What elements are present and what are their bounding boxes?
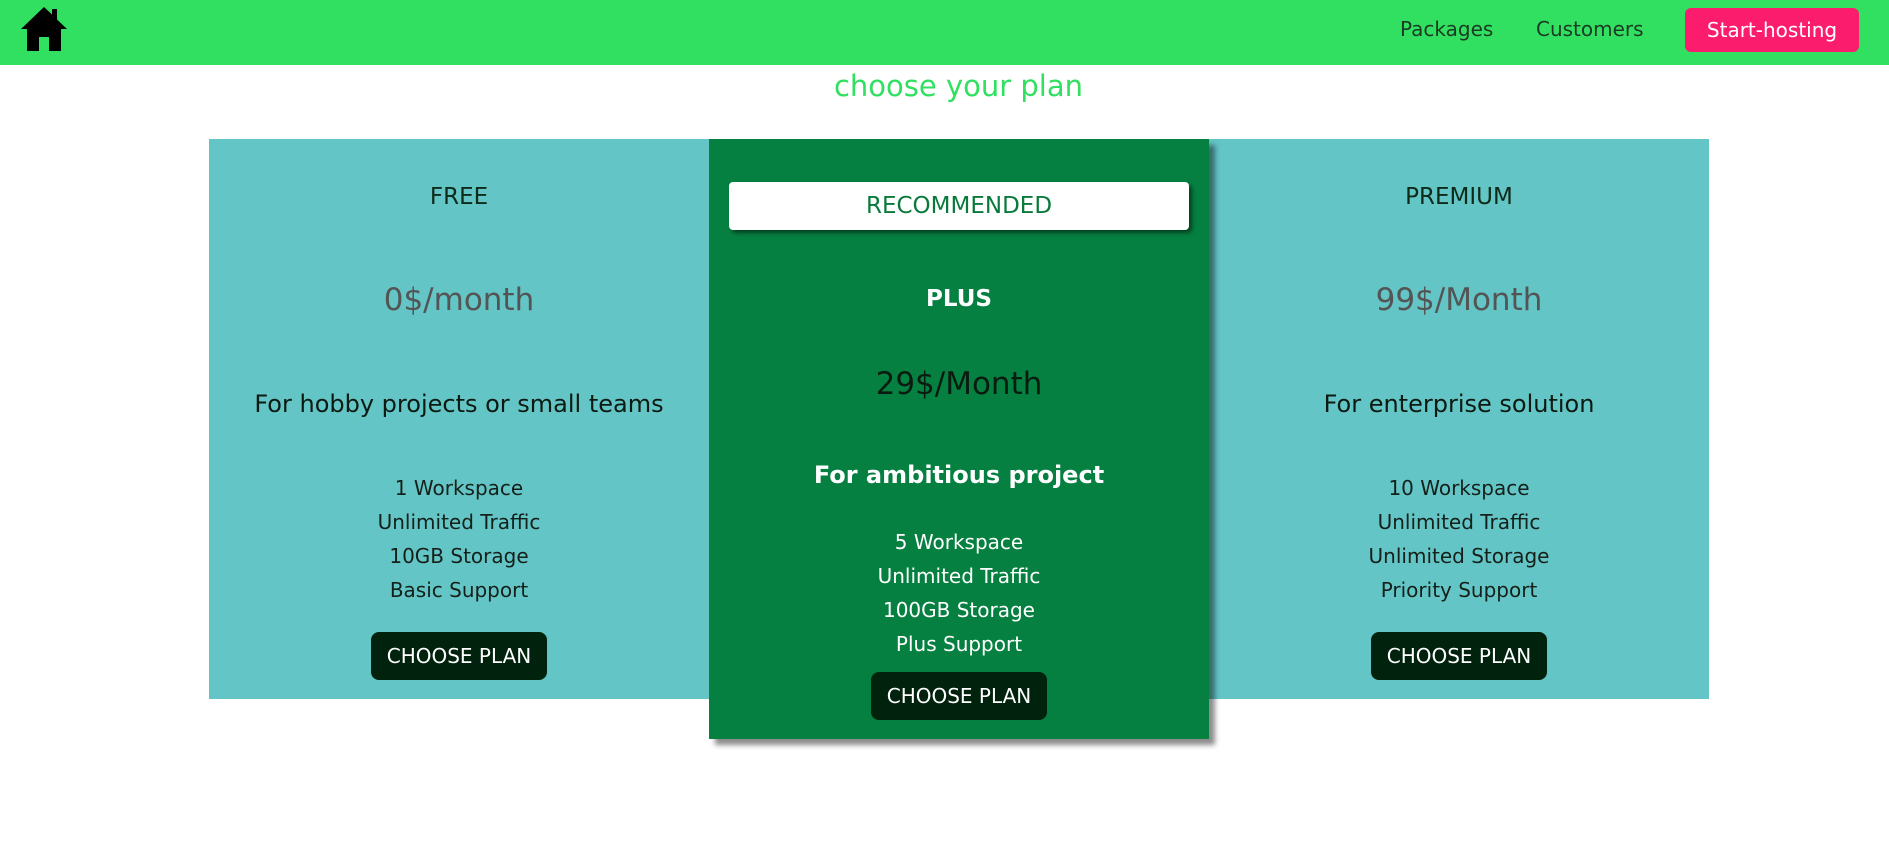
page-title: choose your plan [833, 69, 1084, 103]
choose-plan-button-plus[interactable]: CHOOSE PLAN [871, 672, 1047, 720]
nav-link-customers[interactable]: Customers [1536, 17, 1644, 41]
plan-price: 29$/Month [875, 366, 1043, 402]
plan-card-premium: PREMIUM 99$/Month For enterprise solutio… [1209, 139, 1709, 699]
plan-card-free: FREE 0$/month For hobby projects or smal… [209, 139, 709, 699]
feature-item: 100GB Storage [882, 598, 1035, 622]
feature-list: 10 Workspace Unlimited Traffic Unlimited… [1209, 471, 1709, 607]
plan-tagline: For hobby projects or small teams [254, 390, 664, 418]
plan-name: PLUS [926, 286, 992, 312]
feature-item: 10GB Storage [389, 544, 529, 568]
plan-price: 0$/month [383, 282, 535, 318]
home-icon[interactable] [19, 5, 69, 53]
feature-list: 5 Workspace Unlimited Traffic 100GB Stor… [709, 525, 1209, 661]
plan-price: 99$/Month [1375, 282, 1543, 318]
feature-item: 5 Workspace [894, 530, 1024, 554]
feature-item: Unlimited Storage [1368, 544, 1550, 568]
plan-name: PREMIUM [1405, 184, 1513, 210]
feature-item: Priority Support [1380, 578, 1538, 602]
plan-card-plus: RECOMMENDED PLUS 29$/Month For ambitious… [709, 139, 1209, 739]
feature-item: Unlimited Traffic [1377, 510, 1541, 534]
feature-item: Unlimited Traffic [877, 564, 1041, 588]
feature-list: 1 Workspace Unlimited Traffic 10GB Stora… [209, 471, 709, 607]
top-navbar: Packages Customers Start-hosting [0, 0, 1889, 65]
plan-tagline: For ambitious project [813, 461, 1105, 489]
feature-item: Unlimited Traffic [377, 510, 541, 534]
feature-item: 1 Workspace [394, 476, 524, 500]
start-hosting-button[interactable]: Start-hosting [1685, 8, 1859, 52]
choose-plan-button-premium[interactable]: CHOOSE PLAN [1371, 632, 1547, 680]
feature-item: Plus Support [895, 632, 1023, 656]
plan-tagline: For enterprise solution [1323, 390, 1595, 418]
feature-item: Basic Support [389, 578, 529, 602]
choose-plan-button-free[interactable]: CHOOSE PLAN [371, 632, 547, 680]
plan-name: FREE [429, 184, 489, 210]
nav-link-packages[interactable]: Packages [1400, 17, 1493, 41]
feature-item: 10 Workspace [1388, 476, 1530, 500]
recommended-badge: RECOMMENDED [729, 182, 1189, 230]
